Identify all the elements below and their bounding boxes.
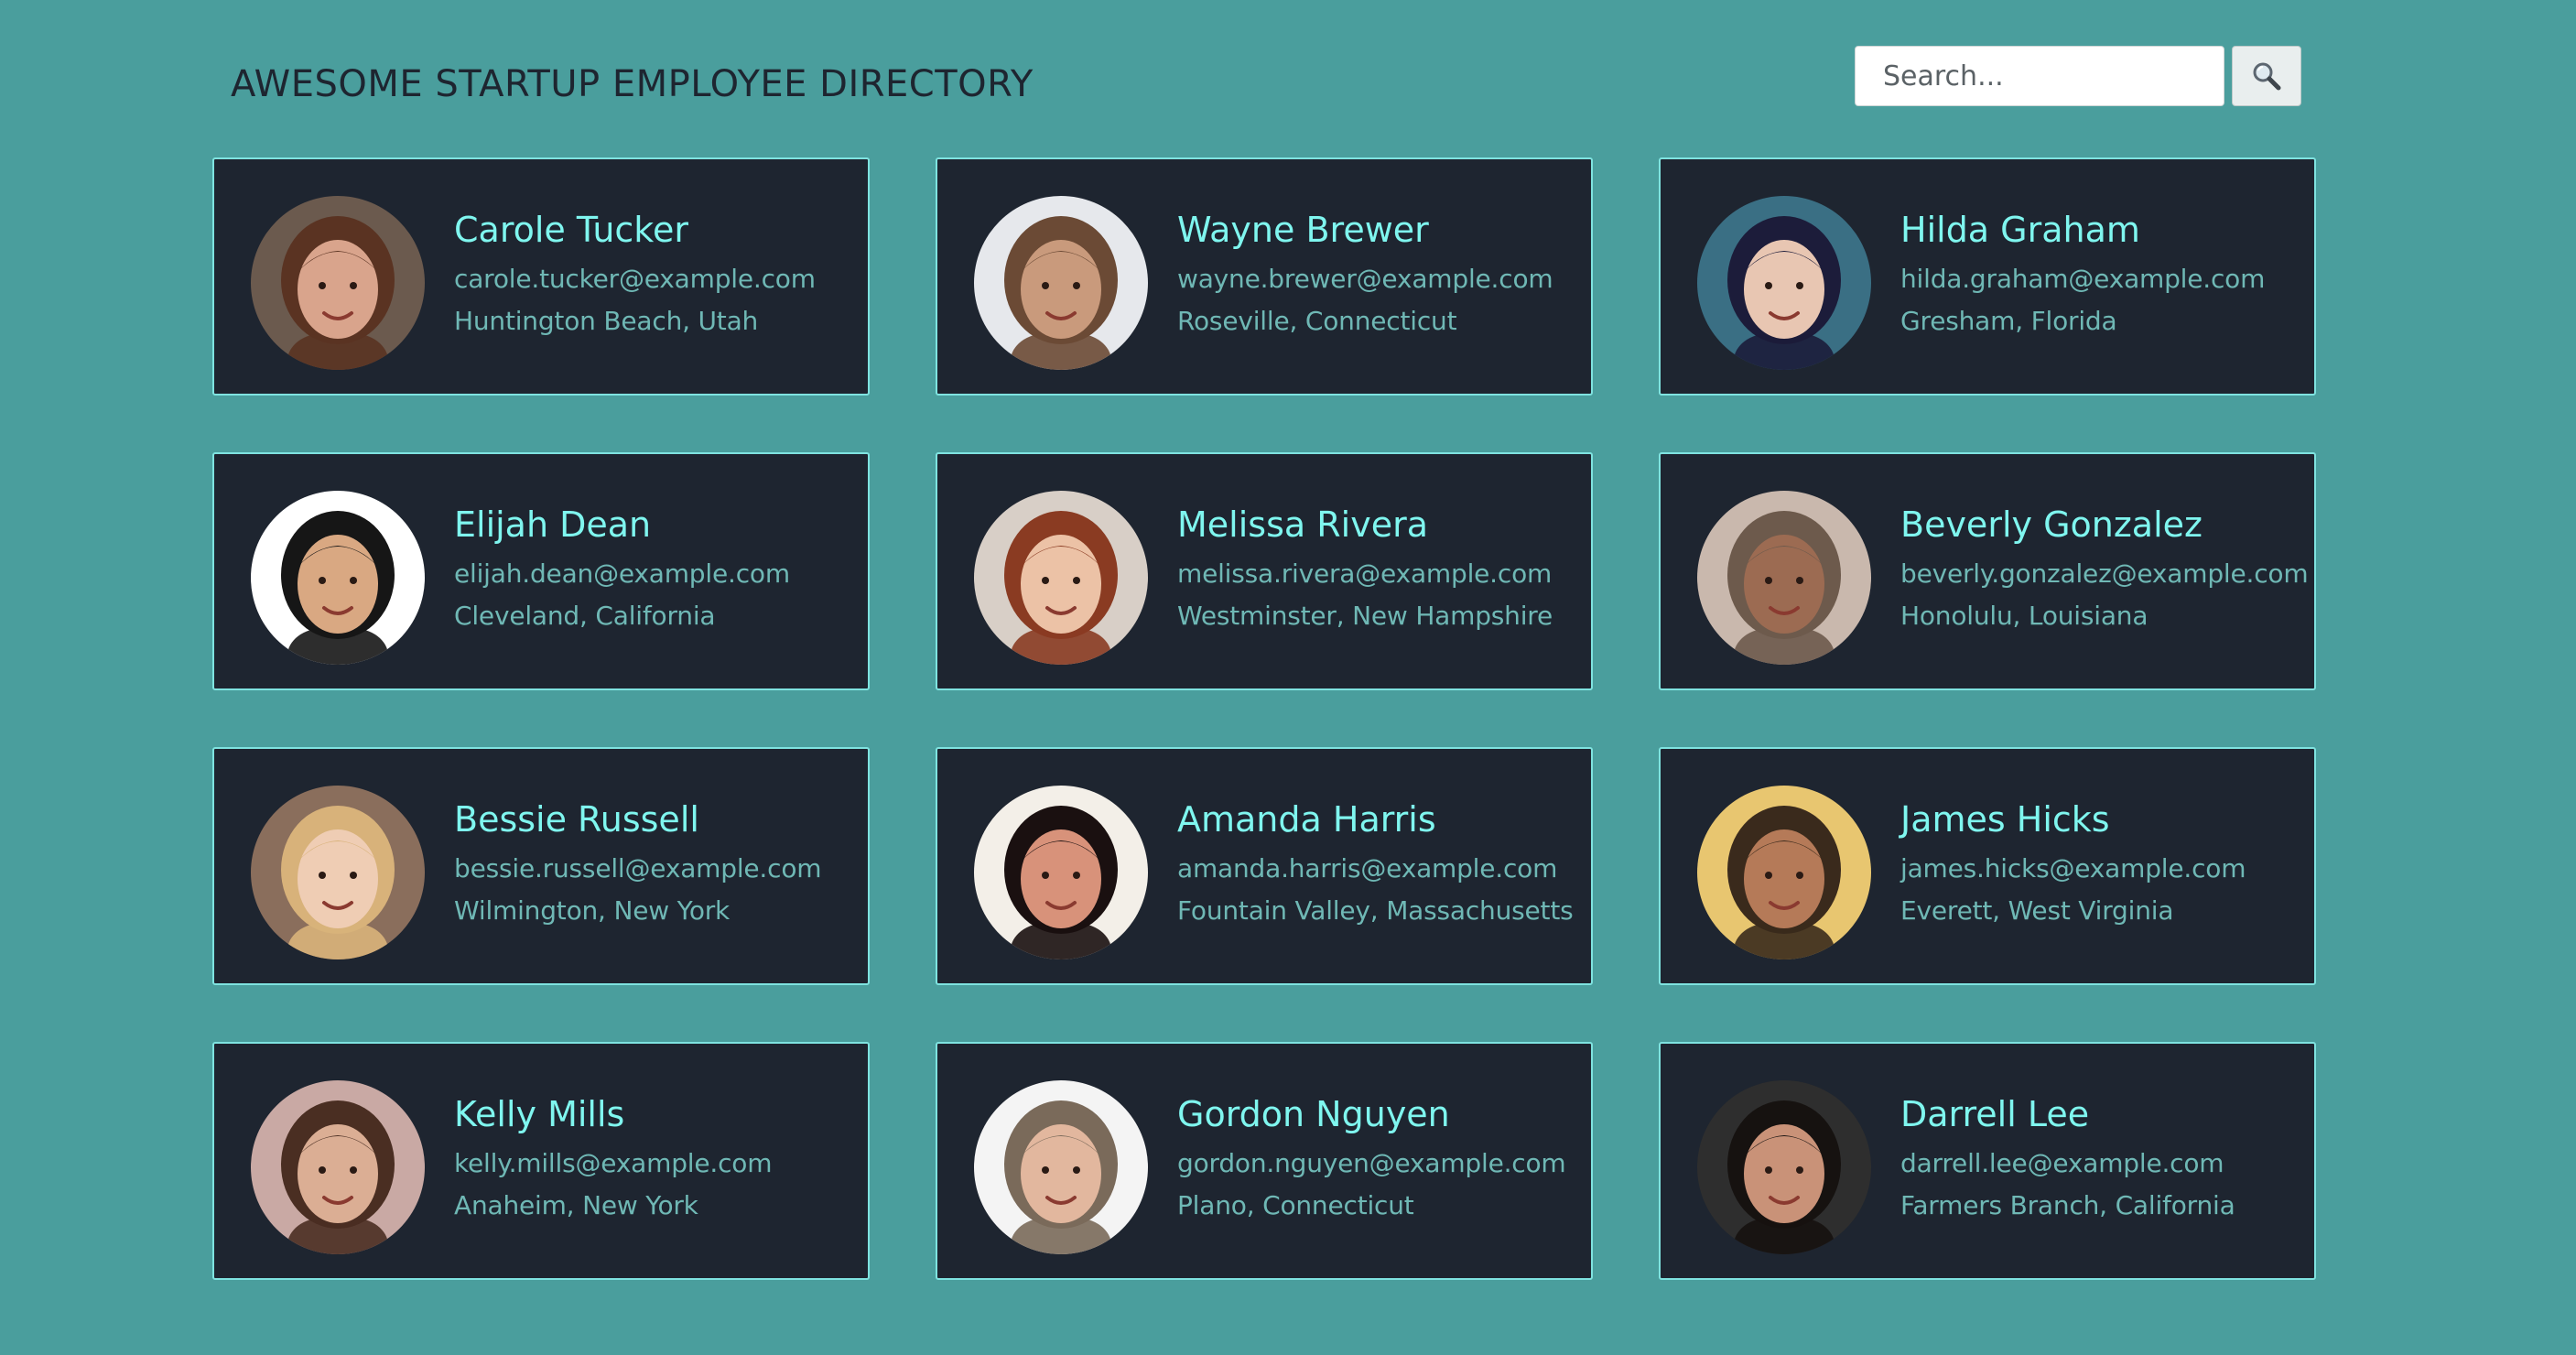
employee-card[interactable]: Amanda Harris amanda.harris@example.com Fo…	[936, 747, 1593, 985]
avatar	[974, 196, 1148, 370]
employee-info: Wayne Brewer wayne.brewer@example.com Rose…	[1177, 207, 1582, 342]
avatar	[251, 196, 425, 370]
employee-card[interactable]: Hilda Graham hilda.graham@example.com Gres…	[1659, 157, 2316, 396]
employee-info: Hilda Graham hilda.graham@example.com Gres…	[1900, 207, 2305, 342]
employee-email: bessie.russell@example.com	[454, 853, 822, 883]
magnifying-glass-icon	[2253, 62, 2281, 91]
avatar	[1697, 491, 1871, 665]
employee-email: gordon.nguyen@example.com	[1177, 1148, 1566, 1178]
employee-email: darrell.lee@example.com	[1900, 1148, 2224, 1178]
employee-email: amanda.harris@example.com	[1177, 853, 1558, 883]
employee-card[interactable]: Elijah Dean elijah.dean@example.com Clevel…	[212, 452, 870, 690]
employee-info: Beverly Gonzalez beverly.gonzalez@example…	[1900, 502, 2309, 637]
employee-card[interactable]: Kelly Mills kelly.mills@example.com Anahei…	[212, 1042, 870, 1280]
employee-location: Huntington Beach, Utah	[454, 306, 759, 336]
avatar	[1697, 786, 1871, 959]
employee-location: Honolulu, Louisiana	[1900, 601, 2148, 631]
employee-location: Roseville, Connecticut	[1177, 306, 1457, 336]
employee-info: Bessie Russell bessie.russell@example.com…	[454, 797, 859, 932]
employee-card[interactable]: Carole Tucker carole.tucker@example.com Hu…	[212, 157, 870, 396]
employee-info: Amanda Harris amanda.harris@example.com Fo…	[1177, 797, 1582, 932]
employee-name: Melissa Rivera	[1177, 504, 1428, 545]
employee-name: Darrell Lee	[1900, 1094, 2090, 1134]
employee-info: Kelly Mills kelly.mills@example.com Anahei…	[454, 1091, 859, 1227]
employee-card[interactable]: Bessie Russell bessie.russell@example.com…	[212, 747, 870, 985]
employee-info: Gordon Nguyen gordon.nguyen@example.com Pl…	[1177, 1091, 1582, 1227]
employee-email: wayne.brewer@example.com	[1177, 264, 1553, 294]
employee-name: Carole Tucker	[454, 210, 688, 250]
employee-location: Wilmington, New York	[454, 895, 731, 926]
employee-info: Elijah Dean elijah.dean@example.com Clevel…	[454, 502, 859, 637]
employee-email: kelly.mills@example.com	[454, 1148, 773, 1178]
employee-location: Anaheim, New York	[454, 1190, 698, 1220]
employee-card[interactable]: Darrell Lee darrell.lee@example.com Farmer…	[1659, 1042, 2316, 1280]
page-title: AWESOME STARTUP EMPLOYEE DIRECTORY	[231, 63, 1034, 105]
employee-location: Fountain Valley, Massachusetts	[1177, 895, 1574, 926]
employee-location: Westminster, New Hampshire	[1177, 601, 1553, 631]
employee-card[interactable]: Melissa Rivera melissa.rivera@example.com…	[936, 452, 1593, 690]
employee-name: Beverly Gonzalez	[1900, 504, 2203, 545]
employee-name: Amanda Harris	[1177, 799, 1436, 840]
employee-email: beverly.gonzalez@example.com	[1900, 558, 2309, 589]
employee-location: Plano, Connecticut	[1177, 1190, 1414, 1220]
employee-name: Bessie Russell	[454, 799, 699, 840]
employee-location: Everett, West Virginia	[1900, 895, 2174, 926]
avatar	[251, 1080, 425, 1254]
employee-name: James Hicks	[1900, 799, 2110, 840]
avatar	[974, 1080, 1148, 1254]
employee-location: Gresham, Florida	[1900, 306, 2117, 336]
search-button[interactable]	[2232, 46, 2301, 106]
search-form	[1855, 46, 2301, 106]
employee-name: Kelly Mills	[454, 1094, 625, 1134]
employee-email: melissa.rivera@example.com	[1177, 558, 1553, 589]
avatar	[1697, 196, 1871, 370]
employee-info: Carole Tucker carole.tucker@example.com Hu…	[454, 207, 859, 342]
employee-location: Farmers Branch, California	[1900, 1190, 2235, 1220]
employee-info: Darrell Lee darrell.lee@example.com Farmer…	[1900, 1091, 2305, 1227]
employee-card[interactable]: Beverly Gonzalez beverly.gonzalez@example…	[1659, 452, 2316, 690]
employee-name: Wayne Brewer	[1177, 210, 1429, 250]
employee-card[interactable]: Wayne Brewer wayne.brewer@example.com Rose…	[936, 157, 1593, 396]
employee-name: Gordon Nguyen	[1177, 1094, 1450, 1134]
employee-email: james.hicks@example.com	[1900, 853, 2246, 883]
employee-email: elijah.dean@example.com	[454, 558, 790, 589]
employee-location: Cleveland, California	[454, 601, 716, 631]
employee-email: carole.tucker@example.com	[454, 264, 816, 294]
avatar	[251, 491, 425, 665]
avatar	[251, 786, 425, 959]
employee-info: James Hicks james.hicks@example.com Everet…	[1900, 797, 2305, 932]
employee-card[interactable]: Gordon Nguyen gordon.nguyen@example.com Pl…	[936, 1042, 1593, 1280]
avatar	[1697, 1080, 1871, 1254]
employee-name: Hilda Graham	[1900, 210, 2140, 250]
avatar	[974, 786, 1148, 959]
employee-name: Elijah Dean	[454, 504, 652, 545]
employee-info: Melissa Rivera melissa.rivera@example.com…	[1177, 502, 1582, 637]
employee-email: hilda.graham@example.com	[1900, 264, 2266, 294]
avatar	[974, 491, 1148, 665]
employee-card[interactable]: James Hicks james.hicks@example.com Everet…	[1659, 747, 2316, 985]
search-input[interactable]	[1855, 46, 2224, 106]
